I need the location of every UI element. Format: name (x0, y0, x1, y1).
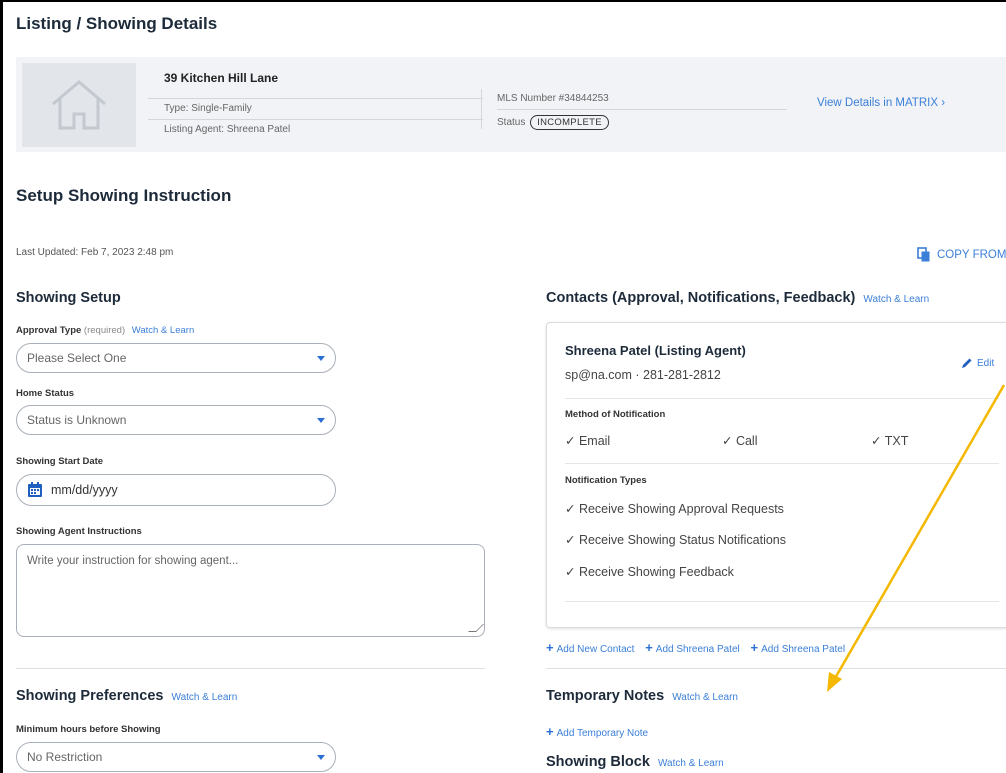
house-icon (52, 80, 106, 130)
frame-border-left (0, 0, 3, 773)
divider (16, 668, 485, 669)
plus-icon: + (750, 640, 759, 655)
divider (565, 463, 999, 464)
listing-agent: Listing Agent: Shreena Patel (164, 124, 291, 135)
type-feedback: ✓ Receive Showing Feedback (565, 565, 734, 579)
preferences-watch-link[interactable]: Watch & Learn (172, 692, 238, 703)
min-hours-value: No Restriction (27, 750, 103, 764)
method-label: Method of Notification (565, 409, 666, 420)
showing-setup-title: Showing Setup (16, 290, 121, 306)
listing-summary-card: 39 Kitchen Hill Lane Type: Single-Family… (16, 57, 1006, 152)
edit-contact-button[interactable]: Edit (961, 357, 994, 369)
start-date-label: Showing Start Date (16, 456, 104, 467)
add-temporary-note-link[interactable]: + Add Temporary Note (546, 724, 648, 739)
min-hours-select[interactable]: No Restriction (16, 742, 336, 772)
status-row: Status INCOMPLETE (497, 115, 609, 130)
showing-block-watch-link[interactable]: Watch & Learn (658, 758, 724, 769)
type-status: ✓ Receive Showing Status Notifications (565, 533, 786, 547)
frame-border-top (0, 0, 1006, 2)
status-label: Status (497, 117, 526, 128)
plus-icon: + (546, 640, 554, 655)
method-email: ✓ Email (565, 434, 611, 448)
mls-number: MLS Number #34844253 (497, 93, 609, 104)
plus-icon: + (546, 724, 554, 739)
showing-block-title: Showing Block Watch & Learn (546, 754, 724, 770)
home-status-label: Home Status (16, 388, 75, 399)
add-shreena-patel-link-2[interactable]: + Add Shreena Patel (751, 640, 846, 655)
pencil-icon (962, 358, 972, 368)
contacts-title: Contacts (Approval, Notifications, Feedb… (546, 290, 930, 306)
calendar-icon (28, 482, 42, 497)
listing-address: 39 Kitchen Hill Lane (164, 71, 279, 85)
min-hours-label: Minimum hours before Showing (16, 724, 161, 735)
instructions-textarea[interactable]: Write your instruction for showing agent… (16, 544, 485, 637)
home-status-select[interactable]: Status is Unknown (16, 405, 336, 435)
temporary-notes-title: Temporary Notes Watch & Learn (546, 688, 738, 704)
chevron-down-icon (317, 755, 325, 760)
home-status-value: Status is Unknown (27, 413, 127, 427)
type-approval: ✓ Receive Showing Approval Requests (565, 502, 784, 516)
add-shreena-patel-link[interactable]: + Add Shreena Patel (645, 640, 740, 655)
plus-icon: + (645, 640, 653, 655)
divider (546, 668, 1006, 669)
chevron-down-icon (317, 418, 325, 423)
copy-icon (917, 247, 930, 262)
resize-handle-icon[interactable] (468, 624, 484, 632)
approval-type-value: Please Select One (27, 351, 127, 365)
chevron-down-icon (317, 356, 325, 361)
property-thumbnail (22, 63, 136, 147)
copy-from-button[interactable]: COPY FROM (917, 247, 1006, 263)
contacts-watch-link[interactable]: Watch & Learn (863, 294, 929, 305)
contact-card: Shreena Patel (Listing Agent) sp@na.com … (546, 322, 1006, 628)
method-call: ✓ Call (722, 434, 758, 448)
contact-name: Shreena Patel (Listing Agent) (565, 343, 746, 358)
divider (497, 109, 787, 110)
arrow-head (827, 672, 842, 692)
instructions-label: Showing Agent Instructions (16, 526, 142, 537)
page-title: Listing / Showing Details (16, 14, 218, 33)
types-label: Notification Types (565, 475, 647, 486)
approval-type-label: Approval Type (required) Watch & Learn (16, 325, 195, 336)
divider (148, 98, 483, 99)
approval-watch-link[interactable]: Watch & Learn (132, 325, 194, 336)
copy-from-label: COPY FROM (937, 249, 1006, 261)
contact-info: sp@na.com · 281-281-2812 (565, 368, 721, 382)
status-badge: INCOMPLETE (530, 115, 609, 130)
method-txt: ✓ TXT (871, 434, 909, 448)
last-updated: Last Updated: Feb 7, 2023 2:48 pm (16, 247, 174, 258)
preferences-title: Showing Preferences Watch & Learn (16, 688, 238, 704)
add-contact-links: + Add New Contact + Add Shreena Patel + Add… (546, 640, 853, 655)
listing-type: Type: Single-Family (164, 103, 252, 114)
divider (565, 601, 999, 602)
divider (565, 398, 999, 399)
temp-notes-watch-link[interactable]: Watch & Learn (672, 692, 738, 703)
add-new-contact-link[interactable]: + Add New Contact (546, 640, 634, 655)
start-date-input[interactable]: mm/dd/yyyy (16, 474, 336, 506)
divider (148, 119, 483, 120)
instructions-placeholder: Write your instruction for showing agent… (27, 555, 239, 567)
approval-type-select[interactable]: Please Select One (16, 343, 336, 373)
setup-title: Setup Showing Instruction (16, 186, 232, 205)
edit-label: Edit (977, 357, 995, 369)
view-matrix-link[interactable]: View Details in MATRIX › (817, 97, 945, 109)
start-date-placeholder: mm/dd/yyyy (51, 483, 118, 497)
divider (481, 89, 482, 129)
